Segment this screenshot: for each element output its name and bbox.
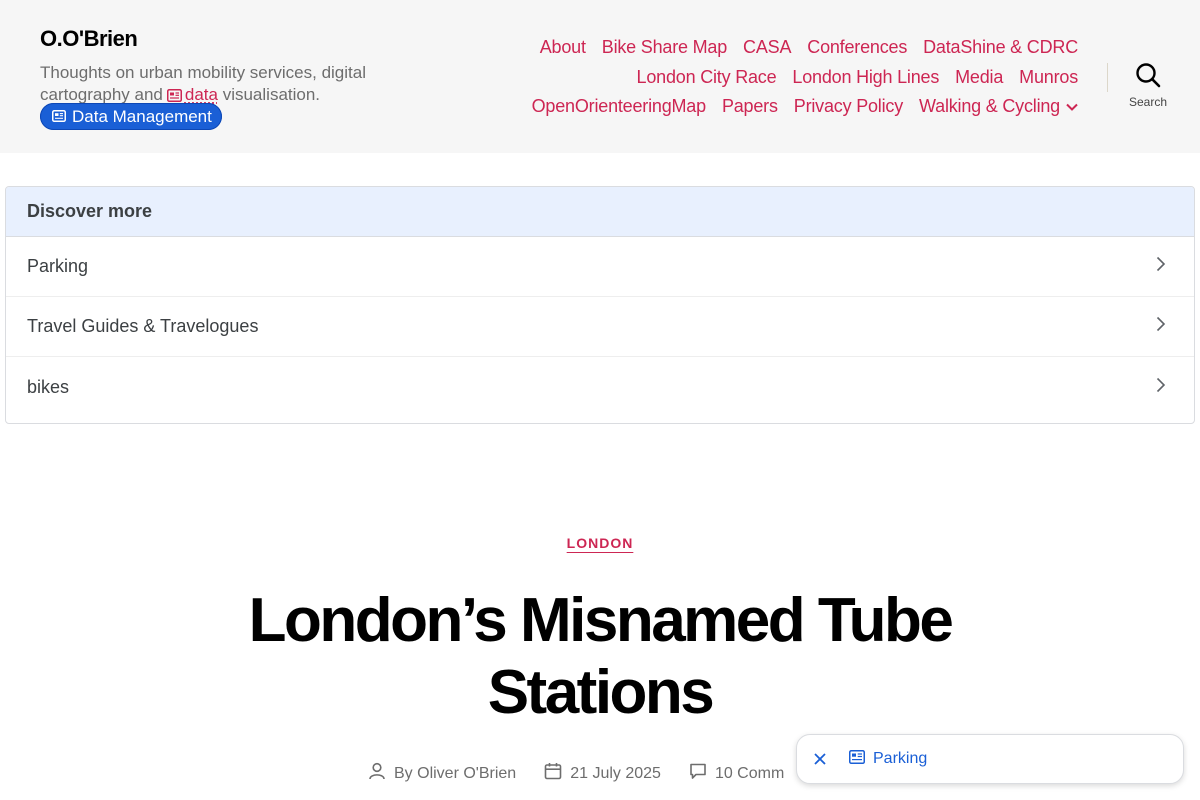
news-icon — [849, 749, 865, 769]
site-tagline: Thoughts on urban mobility services, dig… — [40, 62, 440, 108]
post-date: 21 July 2025 — [544, 762, 661, 785]
nav-walking-cycling-wrap[interactable]: Walking & Cycling — [919, 96, 1078, 117]
nav-about[interactable]: About — [540, 37, 586, 58]
post-category: LONDON — [0, 535, 1200, 553]
nav-london-high-lines[interactable]: London High Lines — [792, 67, 939, 88]
nav-munros[interactable]: Munros — [1019, 67, 1078, 88]
discover-item-parking[interactable]: Parking — [6, 237, 1194, 297]
post-comments: 10 Comm — [689, 762, 784, 785]
discover-more-panel: Discover more Parking Travel Guides & Tr… — [5, 186, 1195, 424]
post-title: London’s Misnamed Tube Stations — [248, 586, 954, 727]
nav-conferences[interactable]: Conferences — [807, 37, 907, 58]
data-management-pill[interactable]: Data Management — [40, 103, 222, 130]
search-icon — [1135, 63, 1161, 92]
chip-topic-link[interactable]: Parking — [849, 749, 928, 769]
date-link[interactable]: 21 July 2025 — [570, 765, 661, 783]
nav-casa[interactable]: CASA — [743, 37, 791, 58]
tagline-data-link[interactable]: data — [185, 85, 218, 104]
search-label: Search — [1128, 95, 1168, 109]
discover-item-label: bikes — [27, 376, 70, 397]
nav-walking-cycling[interactable]: Walking & Cycling — [919, 96, 1060, 116]
category-link[interactable]: LONDON — [567, 535, 634, 551]
news-icon — [52, 103, 66, 130]
pill-label: Data Management — [72, 107, 212, 126]
nav-privacy-policy[interactable]: Privacy Policy — [794, 96, 903, 117]
chip-label: Parking — [873, 750, 928, 767]
nav-papers[interactable]: Papers — [722, 96, 778, 117]
nav-london-city-race[interactable]: London City Race — [637, 67, 777, 88]
site-header: O.O'Brien Thoughts on urban mobility ser… — [0, 0, 1200, 153]
comment-icon — [689, 762, 707, 785]
discover-item-bikes[interactable]: bikes — [6, 357, 1194, 417]
nav-openorienteeringmap[interactable]: OpenOrienteeringMap — [532, 96, 707, 117]
nav-row-2: London City Race London High Lines Media… — [438, 63, 1079, 93]
nav-media[interactable]: Media — [955, 67, 1003, 88]
search-toggle-button[interactable]: Search — [1118, 62, 1178, 116]
nav-bike-share-map[interactable]: Bike Share Map — [602, 37, 727, 58]
discover-more-heading: Discover more — [6, 187, 1194, 237]
site-title[interactable]: O.O'Brien — [40, 26, 440, 52]
chevron-right-icon — [1156, 316, 1166, 337]
discover-item-label: Travel Guides & Travelogues — [27, 316, 259, 336]
chevron-down-icon[interactable] — [1066, 98, 1078, 116]
calendar-icon — [544, 762, 562, 785]
tagline-text-2: visualisation. — [222, 85, 321, 104]
floating-topic-chip: Parking — [796, 734, 1184, 784]
nav-row-1: About Bike Share Map CASA Conferences Da… — [438, 33, 1078, 63]
discover-item-label: Parking — [27, 256, 89, 276]
nav-datashine-cdrc[interactable]: DataShine & CDRC — [923, 37, 1078, 58]
comments-link[interactable]: 10 Comm — [715, 765, 784, 783]
post-meta: By Oliver O'Brien 21 July 2025 10 Comm — [368, 762, 784, 785]
author-link[interactable]: By Oliver O'Brien — [394, 765, 516, 783]
discover-item-travel-guides[interactable]: Travel Guides & Travelogues — [6, 297, 1194, 357]
close-icon[interactable] — [811, 750, 829, 768]
chevron-right-icon — [1156, 256, 1166, 277]
nav-row-3: OpenOrienteeringMap Papers Privacy Polic… — [438, 92, 1078, 122]
branding: O.O'Brien Thoughts on urban mobility ser… — [40, 26, 440, 108]
primary-nav: About Bike Share Map CASA Conferences Da… — [438, 33, 1079, 122]
nav-separator — [1107, 63, 1108, 92]
post-author: By Oliver O'Brien — [368, 762, 516, 785]
person-icon — [368, 762, 386, 785]
chevron-right-icon — [1156, 377, 1166, 398]
